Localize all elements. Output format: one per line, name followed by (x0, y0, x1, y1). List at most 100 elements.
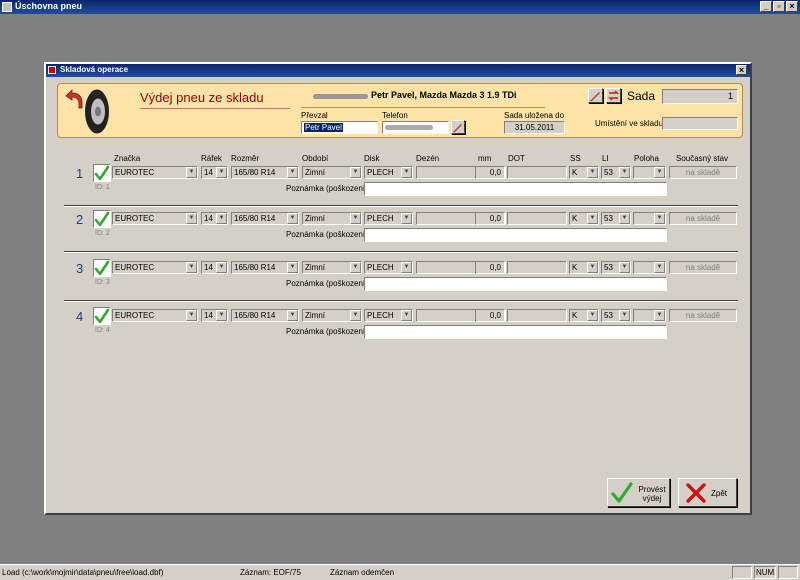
row-checkbox[interactable] (93, 164, 111, 182)
poloha-select[interactable]: ▼ (633, 261, 666, 274)
dropdown-arrow-icon[interactable]: ▼ (186, 262, 197, 273)
pen-icon-top[interactable] (588, 88, 603, 103)
obdobi-select[interactable]: Zimní ▼ (302, 166, 362, 179)
dropdown-arrow-icon[interactable]: ▼ (186, 167, 197, 178)
obdobi-select[interactable]: Zimní ▼ (302, 261, 362, 274)
obdobi-select[interactable]: Zimní ▼ (302, 309, 362, 322)
znacka-select[interactable]: EUROTEC ▼ (112, 261, 198, 274)
li-select[interactable]: 53 ▼ (601, 309, 631, 322)
stav-field[interactable]: na skladě (669, 261, 737, 274)
znacka-select[interactable]: EUROTEC ▼ (112, 166, 198, 179)
dropdown-arrow-icon[interactable]: ▼ (401, 167, 412, 178)
li-select[interactable]: 53 ▼ (601, 261, 631, 274)
dropdown-arrow-icon[interactable]: ▼ (654, 167, 665, 178)
dialog-close-button[interactable]: × (736, 65, 747, 75)
dialog-title-bar[interactable]: Skladová operace × (46, 64, 750, 77)
pen-icon[interactable] (451, 120, 465, 134)
dropdown-arrow-icon[interactable]: ▼ (587, 262, 598, 273)
dot-field[interactable] (507, 309, 567, 322)
dropdown-arrow-icon[interactable]: ▼ (619, 213, 630, 224)
dropdown-arrow-icon[interactable]: ▼ (350, 310, 361, 321)
li-select[interactable]: 53 ▼ (601, 166, 631, 179)
status-odemcen: Záznam odemčen (330, 568, 395, 577)
dropdown-arrow-icon[interactable]: ▼ (587, 167, 598, 178)
stav-field[interactable]: na skladě (669, 212, 737, 225)
stav-field[interactable]: na skladě (669, 166, 737, 179)
poloha-select[interactable]: ▼ (633, 212, 666, 225)
dropdown-arrow-icon[interactable]: ▼ (619, 310, 630, 321)
disk-select[interactable]: PLECH ▼ (364, 309, 413, 322)
obdobi-select[interactable]: Zimní ▼ (302, 212, 362, 225)
rafek-select[interactable]: 14 ▼ (201, 166, 228, 179)
prevzal-input[interactable]: Petr Pavel (301, 121, 378, 134)
mm-field[interactable]: 0,0 (475, 261, 505, 274)
dropdown-arrow-icon[interactable]: ▼ (587, 213, 598, 224)
row-checkbox[interactable] (93, 259, 111, 277)
mm-field[interactable]: 0,0 (475, 309, 505, 322)
dropdown-arrow-icon[interactable]: ▼ (401, 262, 412, 273)
note-input[interactable] (364, 325, 667, 339)
ss-select[interactable]: K ▼ (569, 309, 599, 322)
telefon-input[interactable] (382, 121, 449, 134)
close-button[interactable]: × (786, 1, 798, 12)
dropdown-arrow-icon[interactable]: ▼ (287, 213, 298, 224)
row-checkbox[interactable] (93, 210, 111, 228)
dropdown-arrow-icon[interactable]: ▼ (287, 262, 298, 273)
main-title-bar[interactable]: Úschovna pneu _ ▫ × (0, 0, 800, 14)
stav-field[interactable]: na skladě (669, 309, 737, 322)
disk-select[interactable]: PLECH ▼ (364, 261, 413, 274)
ss-select[interactable]: K ▼ (569, 212, 599, 225)
row-checkbox[interactable] (93, 307, 111, 325)
dropdown-arrow-icon[interactable]: ▼ (216, 213, 227, 224)
dropdown-arrow-icon[interactable]: ▼ (216, 167, 227, 178)
dropdown-arrow-icon[interactable]: ▼ (216, 262, 227, 273)
provest-vydej-button[interactable]: Provést výdej (607, 478, 670, 507)
ss-select[interactable]: K ▼ (569, 261, 599, 274)
dropdown-arrow-icon[interactable]: ▼ (619, 167, 630, 178)
li-select[interactable]: 53 ▼ (601, 212, 631, 225)
zpet-button[interactable]: Zpět (678, 478, 737, 507)
note-input[interactable] (364, 277, 667, 291)
poloha-select[interactable]: ▼ (633, 309, 666, 322)
dot-field[interactable] (507, 261, 567, 274)
back-arrow-icon[interactable] (64, 88, 84, 110)
rafek-select[interactable]: 14 ▼ (201, 261, 228, 274)
dropdown-arrow-icon[interactable]: ▼ (401, 213, 412, 224)
minimize-button[interactable]: _ (760, 1, 772, 12)
dropdown-arrow-icon[interactable]: ▼ (350, 262, 361, 273)
rafek-select[interactable]: 14 ▼ (201, 309, 228, 322)
dropdown-arrow-icon[interactable]: ▼ (350, 213, 361, 224)
dropdown-arrow-icon[interactable]: ▼ (287, 167, 298, 178)
disk-select[interactable]: PLECH ▼ (364, 212, 413, 225)
mm-field[interactable]: 0,0 (475, 212, 505, 225)
swap-icon[interactable] (606, 88, 621, 103)
dropdown-arrow-icon[interactable]: ▼ (401, 310, 412, 321)
znacka-select[interactable]: EUROTEC ▼ (112, 212, 198, 225)
dropdown-arrow-icon[interactable]: ▼ (216, 310, 227, 321)
dot-field[interactable] (507, 166, 567, 179)
ss-select[interactable]: K ▼ (569, 166, 599, 179)
mm-field[interactable]: 0,0 (475, 166, 505, 179)
rafek-select[interactable]: 14 ▼ (201, 212, 228, 225)
dot-field[interactable] (507, 212, 567, 225)
dropdown-arrow-icon[interactable]: ▼ (654, 310, 665, 321)
dropdown-arrow-icon[interactable]: ▼ (350, 167, 361, 178)
rozmer-select[interactable]: 165/80 R14 ▼ (231, 261, 299, 274)
note-input[interactable] (364, 228, 667, 242)
rozmer-select[interactable]: 165/80 R14 ▼ (231, 212, 299, 225)
dropdown-arrow-icon[interactable]: ▼ (587, 310, 598, 321)
dropdown-arrow-icon[interactable]: ▼ (654, 262, 665, 273)
dropdown-arrow-icon[interactable]: ▼ (186, 213, 197, 224)
note-input[interactable] (364, 182, 667, 196)
rozmer-select[interactable]: 165/80 R14 ▼ (231, 166, 299, 179)
maximize-button[interactable]: ▫ (773, 1, 785, 12)
znacka-select[interactable]: EUROTEC ▼ (112, 309, 198, 322)
dropdown-arrow-icon[interactable]: ▼ (619, 262, 630, 273)
disk-select[interactable]: PLECH ▼ (364, 166, 413, 179)
dropdown-arrow-icon[interactable]: ▼ (186, 310, 197, 321)
dropdown-arrow-icon[interactable]: ▼ (654, 213, 665, 224)
poloha-select[interactable]: ▼ (633, 166, 666, 179)
rozmer-select[interactable]: 165/80 R14 ▼ (231, 309, 299, 322)
dropdown-arrow-icon[interactable]: ▼ (287, 310, 298, 321)
stav-value: na skladě (685, 214, 721, 223)
